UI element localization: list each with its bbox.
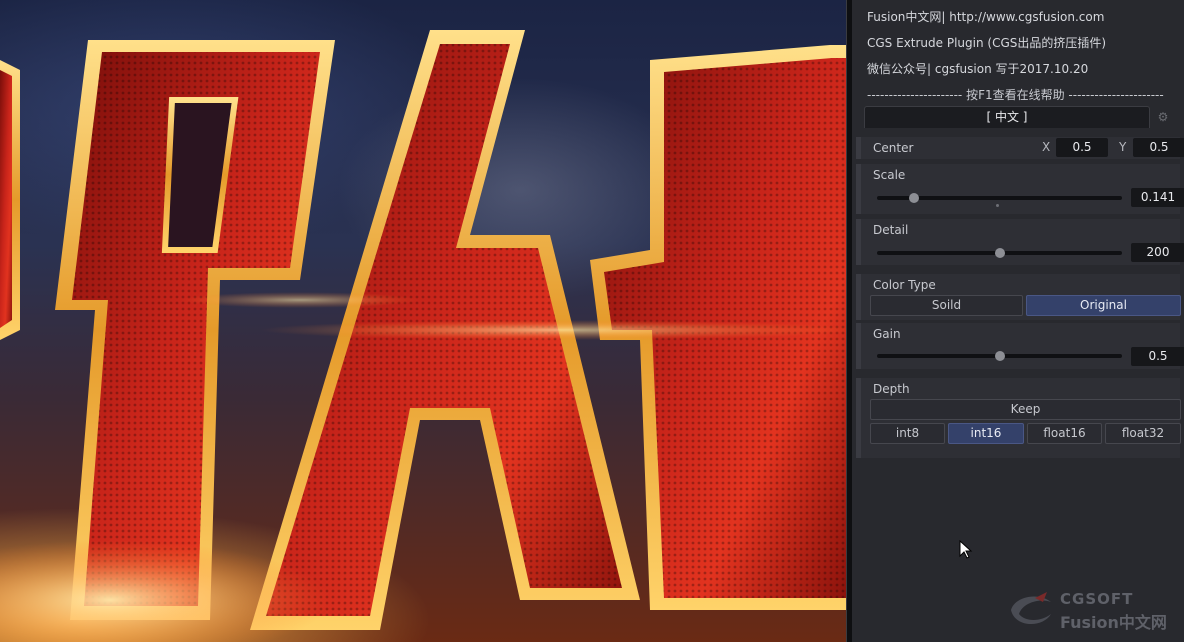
center-x-label: X: [1042, 140, 1051, 154]
depth-int16-button[interactable]: int16: [948, 423, 1024, 444]
detail-control: Detail 200: [856, 219, 1184, 265]
gear-icon[interactable]: ⚙: [1154, 108, 1172, 126]
gain-slider[interactable]: [877, 351, 1122, 361]
color-type-soild-button[interactable]: Soild: [870, 295, 1023, 316]
color-type-original-button[interactable]: Original: [1026, 295, 1181, 316]
depth-control: Depth Keep int8 int16 float16 float32: [856, 378, 1181, 458]
viewer-canvas[interactable]: [0, 0, 846, 642]
scale-label: Scale: [873, 168, 906, 182]
depth-int8-button[interactable]: int8: [870, 423, 945, 444]
center-label: Center: [873, 141, 914, 155]
tab-chinese[interactable]: [ 中文 ]: [864, 106, 1150, 128]
detail-value-input[interactable]: 200: [1131, 243, 1184, 262]
glyph-left-partial: [0, 60, 20, 340]
info-wechat: 微信公众号| cgsfusion 写于2017.10.20: [867, 62, 1089, 76]
depth-keep-button[interactable]: Keep: [870, 399, 1181, 420]
scale-value-input[interactable]: 0.141: [1131, 188, 1184, 207]
color-type-control: Color Type Soild Original: [856, 274, 1181, 320]
flare-streak-2: [180, 292, 420, 308]
depth-float16-button[interactable]: float16: [1027, 423, 1102, 444]
center-y-input[interactable]: 0.5: [1133, 138, 1184, 157]
info-plugin: CGS Extrude Plugin (CGS出品的挤压插件): [867, 36, 1107, 50]
detail-slider-handle[interactable]: [994, 248, 1005, 258]
depth-float32-button[interactable]: float32: [1105, 423, 1181, 444]
detail-slider[interactable]: [877, 248, 1122, 258]
inspector-panel: Fusion中文网| http://www.cgsfusion.com CGS …: [852, 0, 1184, 642]
scale-default-marker: [996, 204, 999, 207]
extruded-text-render: [0, 30, 846, 642]
gain-control: Gain 0.5: [856, 323, 1184, 369]
center-y-label: Y: [1119, 140, 1127, 154]
detail-label: Detail: [873, 223, 909, 237]
mouse-cursor-icon: [959, 540, 973, 559]
info-website: Fusion中文网| http://www.cgsfusion.com: [867, 10, 1105, 24]
tab-bar: [ 中文 ] ⚙: [858, 106, 1176, 128]
center-control: Center X 0.5 Y 0.5: [856, 137, 1184, 159]
gain-value-input[interactable]: 0.5: [1131, 347, 1184, 366]
flare-streak: [260, 320, 846, 340]
watermark-text-fusion: Fusion中文网: [1060, 613, 1167, 632]
info-help: ---------------------- 按F1查看在线帮助 -------…: [867, 88, 1164, 102]
center-x-input[interactable]: 0.5: [1056, 138, 1108, 157]
gain-slider-handle[interactable]: [994, 351, 1005, 361]
gain-label: Gain: [873, 327, 901, 341]
scale-slider[interactable]: [877, 193, 1122, 203]
scale-control: Scale 0.141: [856, 164, 1184, 214]
scale-slider-handle[interactable]: [908, 193, 919, 203]
watermark-logo-icon: [1011, 592, 1051, 625]
depth-label: Depth: [873, 382, 910, 396]
color-type-label: Color Type: [873, 278, 936, 292]
watermark-text-cgsoft: CGSOFT: [1060, 590, 1134, 608]
